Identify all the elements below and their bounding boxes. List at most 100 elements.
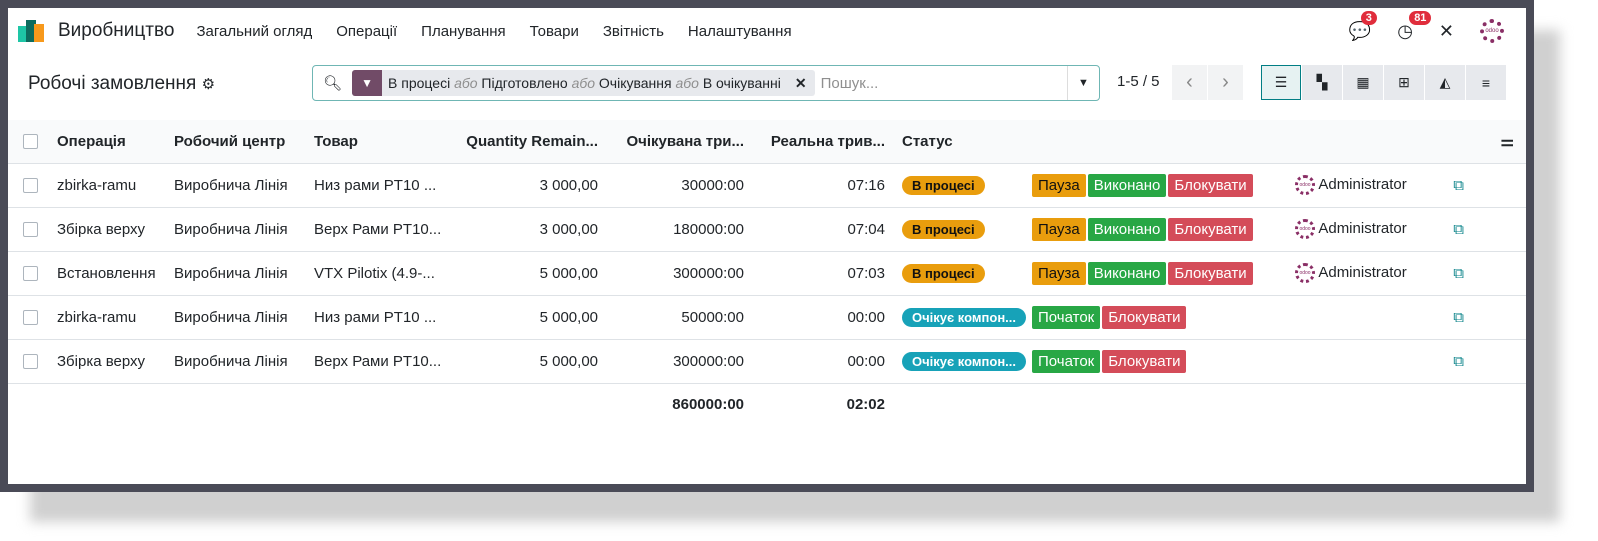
gear-icon[interactable]: ⚙	[202, 76, 215, 93]
open-record-icon[interactable]: ⧉	[1453, 353, 1464, 370]
user-cell: odoo Administrator	[1295, 251, 1435, 296]
pivot-view-icon[interactable]: ⊞	[1384, 65, 1424, 100]
row-checkbox[interactable]	[23, 178, 38, 194]
col-workcenter[interactable]: Робочий центр	[174, 120, 314, 164]
action-button-1[interactable]: Виконано	[1087, 261, 1167, 285]
table-row[interactable]: zbirka-ramu Виробнича Лінія Низ рами PT1…	[8, 295, 1526, 340]
action-buttons: Початок Блокувати	[1032, 295, 1295, 340]
workcenter: Виробнича Лінія	[174, 251, 314, 296]
col-status[interactable]: Статус	[885, 120, 1032, 164]
action-button-0[interactable]: Пауза	[1032, 261, 1086, 285]
operation: Збірка верху	[57, 339, 174, 384]
menu-operations[interactable]: Операції	[336, 23, 397, 40]
row-checkbox[interactable]	[23, 310, 38, 326]
navbar: Виробництво Загальний огляд Операції Пла…	[8, 8, 1526, 54]
action-button-0[interactable]: Початок	[1032, 305, 1101, 329]
table-row[interactable]: Збірка верху Виробнича Лінія Верх Рами P…	[8, 339, 1526, 384]
col-product[interactable]: Товар	[314, 120, 461, 164]
open-record-icon[interactable]: ⧉	[1453, 221, 1464, 238]
user-avatar-icon: odoo	[1295, 219, 1315, 239]
col-expected-duration[interactable]: Очікувана три...	[598, 120, 744, 164]
facet-or: або	[571, 75, 596, 91]
action-button-1[interactable]: Блокувати	[1102, 349, 1187, 373]
row-checkbox[interactable]	[23, 354, 38, 370]
assigned-user: Administrator	[1318, 175, 1407, 193]
activities-button[interactable]: ◷ 81	[1397, 10, 1432, 42]
col-real-duration[interactable]: Реальна трив...	[744, 120, 885, 164]
row-select-cell	[8, 295, 57, 340]
expected-duration: 30000:00	[598, 163, 744, 208]
open-record-icon[interactable]: ⧉	[1453, 309, 1464, 326]
col-qty-remaining[interactable]: Quantity Remain...	[461, 120, 598, 164]
messages-button[interactable]: 💬 3	[1349, 10, 1377, 42]
operation: zbirka-ramu	[57, 163, 174, 208]
facet-value: Підготовлено	[481, 75, 568, 91]
menu-overview[interactable]: Загальний огляд	[196, 23, 312, 40]
total-real: 02:02	[846, 395, 885, 413]
graph-view-icon[interactable]: ◭	[1425, 65, 1465, 100]
app-brand[interactable]: Виробництво	[58, 20, 174, 42]
row-checkbox[interactable]	[23, 222, 38, 238]
expected-duration: 300000:00	[598, 339, 744, 384]
action-button-1[interactable]: Виконано	[1087, 173, 1167, 197]
menu-configuration[interactable]: Налаштування	[688, 23, 792, 40]
row-checkbox[interactable]	[23, 266, 38, 282]
table-row[interactable]: Встановлення Виробнича Лінія VTX Pilotix…	[8, 251, 1526, 296]
pager-next-icon[interactable]: ›	[1208, 65, 1243, 100]
search-bar[interactable]: 🔍︎ ▼ В процесі або Підготовлено або Очік…	[312, 65, 1100, 101]
calendar-view-icon[interactable]: ▦	[1343, 65, 1383, 100]
action-button-0[interactable]: Пауза	[1032, 173, 1086, 197]
table-row[interactable]: zbirka-ramu Виробнича Лінія Низ рами PT1…	[8, 163, 1526, 208]
product: Верх Рами PT10...	[314, 207, 461, 252]
facet-value: Очікування	[598, 75, 672, 91]
menu-planning[interactable]: Планування	[421, 23, 506, 40]
user-cell: odoo Administrator	[1295, 207, 1435, 252]
status-badge: В процесі	[902, 219, 985, 239]
action-button-2[interactable]: Блокувати	[1168, 261, 1253, 285]
user-avatar[interactable]: odoo	[1480, 19, 1504, 43]
col-operation[interactable]: Операція	[57, 120, 174, 164]
filter-icon: ▼	[352, 70, 383, 96]
action-button-0[interactable]: Пауза	[1032, 217, 1086, 241]
expected-duration: 180000:00	[598, 207, 744, 252]
list-view-icon[interactable]: ☰	[1261, 65, 1301, 100]
user-avatar-icon: odoo	[1295, 175, 1315, 195]
select-all-checkbox[interactable]	[23, 134, 38, 150]
facet-value: В процесі	[388, 75, 451, 91]
gantt-view-icon[interactable]: ≡	[1466, 65, 1506, 100]
totals-row: 860000:00 02:02	[8, 383, 1526, 425]
optional-columns-icon[interactable]: ⚌	[1435, 120, 1526, 164]
menu-reporting[interactable]: Звітність	[603, 23, 664, 40]
page-title: Робочі замовлення ⚙	[28, 73, 215, 95]
product: Верх Рами PT10...	[314, 339, 461, 384]
search-options-toggle[interactable]: ▼	[1067, 66, 1099, 100]
operation: zbirka-ramu	[57, 295, 174, 340]
tools-icon[interactable]: ✕	[1439, 21, 1454, 42]
menu-products[interactable]: Товари	[530, 23, 579, 40]
action-button-2[interactable]: Блокувати	[1168, 217, 1253, 241]
search-input[interactable]: Пошук...	[821, 75, 879, 92]
status-badge: В процесі	[902, 263, 985, 283]
qty-remaining: 3 000,00	[461, 163, 598, 208]
pager-value[interactable]: 1-5 / 5	[1117, 73, 1160, 90]
pager-previous-icon[interactable]: ‹	[1172, 65, 1207, 100]
action-buttons: Початок Блокувати	[1032, 339, 1295, 384]
assigned-user: Administrator	[1318, 263, 1407, 281]
table-row[interactable]: Збірка верху Виробнича Лінія Верх Рами P…	[8, 207, 1526, 252]
col-user	[1295, 120, 1435, 164]
operation: Встановлення	[57, 251, 174, 296]
workcenter: Виробнича Лінія	[174, 163, 314, 208]
facet-remove-icon[interactable]: ✕	[787, 75, 815, 92]
action-button-1[interactable]: Блокувати	[1102, 305, 1187, 329]
open-record-icon[interactable]: ⧉	[1453, 177, 1464, 194]
real-duration: 00:00	[744, 295, 885, 340]
kanban-view-icon[interactable]: ▚	[1302, 65, 1342, 100]
action-button-1[interactable]: Виконано	[1087, 217, 1167, 241]
action-button-2[interactable]: Блокувати	[1168, 173, 1253, 197]
expected-duration: 300000:00	[598, 251, 744, 296]
page-title-text: Робочі замовлення	[28, 73, 197, 94]
action-button-0[interactable]: Початок	[1032, 349, 1101, 373]
open-record-icon[interactable]: ⧉	[1453, 265, 1464, 282]
table-header: Операція Робочий центр Товар Quantity Re…	[8, 120, 1526, 164]
status-badge: Очікує компон...	[902, 351, 1026, 371]
